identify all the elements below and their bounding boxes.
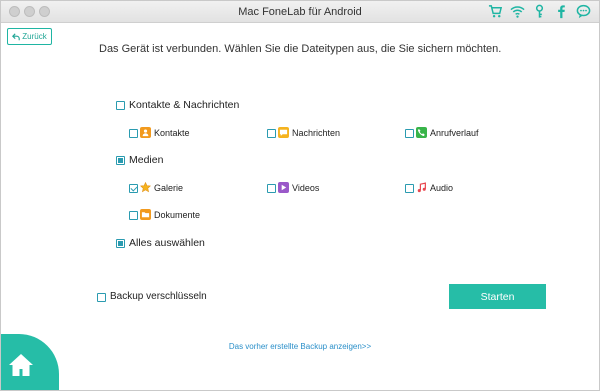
contacts-messages-label: Kontakte & Nachrichten — [129, 99, 240, 111]
toolbar-icons — [488, 4, 591, 19]
select-all-checkbox[interactable] — [116, 239, 125, 248]
video-icon — [278, 182, 289, 193]
gallery-label: Galerie — [154, 183, 184, 193]
encrypt-backup-checkbox[interactable] — [97, 293, 106, 302]
back-button[interactable]: Zurück — [7, 28, 52, 45]
calllog-label: Anrufverlauf — [430, 128, 479, 138]
contacts-messages-checkbox[interactable] — [116, 101, 125, 110]
media-label: Medien — [129, 154, 164, 166]
key-icon[interactable] — [532, 4, 547, 19]
chat-icon[interactable] — [576, 4, 591, 19]
contacts-label: Kontakte — [154, 128, 190, 138]
back-label: Zurück — [22, 32, 47, 41]
audio-label: Audio — [430, 183, 454, 193]
title-bar: Mac FoneLab für Android — [1, 1, 599, 23]
start-button[interactable]: Starten — [449, 284, 546, 309]
app-window: Mac FoneLab für Android Zurück Das Gerät… — [0, 0, 600, 391]
cart-icon[interactable] — [488, 4, 503, 19]
media-checkbox[interactable] — [116, 156, 125, 165]
select-all-label: Alles auswählen — [129, 237, 205, 249]
gallery-icon — [140, 182, 151, 193]
documents-label: Dokumente — [154, 210, 201, 220]
gallery-checkbox[interactable] — [129, 184, 138, 193]
encrypt-backup-label: Backup verschlüsseln — [110, 291, 207, 302]
videos-label: Videos — [292, 183, 320, 193]
messages-checkbox[interactable] — [267, 129, 276, 138]
previous-backup-link[interactable]: Das vorher erstellte Backup anzeigen>> — [1, 342, 599, 351]
message-icon — [278, 127, 289, 138]
messages-label: Nachrichten — [292, 128, 341, 138]
calllog-checkbox[interactable] — [405, 129, 414, 138]
folder-icon — [140, 209, 151, 220]
facebook-icon[interactable] — [554, 4, 569, 19]
music-icon — [416, 182, 427, 193]
audio-checkbox[interactable] — [405, 184, 414, 193]
home-icon — [9, 354, 33, 376]
contacts-checkbox[interactable] — [129, 129, 138, 138]
documents-checkbox[interactable] — [129, 211, 138, 220]
instruction-text: Das Gerät ist verbunden. Wählen Sie die … — [99, 43, 502, 55]
phone-icon — [416, 127, 427, 138]
contacts-icon — [140, 127, 151, 138]
videos-checkbox[interactable] — [267, 184, 276, 193]
wifi-icon[interactable] — [510, 4, 525, 19]
back-arrow-icon — [12, 32, 21, 40]
